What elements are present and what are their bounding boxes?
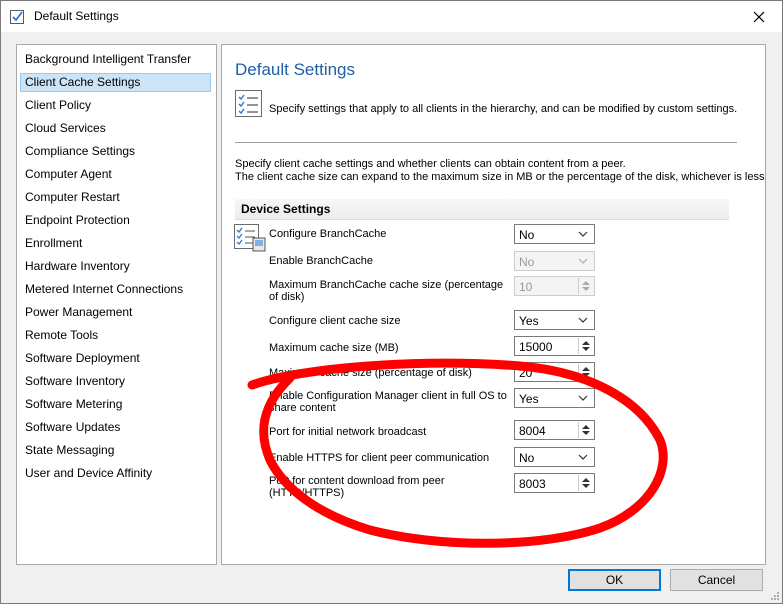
spin-up-icon (582, 281, 590, 285)
chevron-down-icon (578, 231, 588, 237)
setting-label-max-cache-size-percent: Maximum cache size (percentage of disk) (269, 367, 472, 379)
nav-item-background-intelligent-transfer[interactable]: Background Intelligent Transfer (20, 50, 211, 69)
spin-up-icon (582, 367, 590, 371)
nav-item-enrollment[interactable]: Enrollment (20, 234, 211, 253)
enable-branchcache-dropdown: No (514, 251, 595, 271)
nav-item-computer-agent[interactable]: Computer Agent (20, 165, 211, 184)
setting-label-configure-client-cache-size: Configure client cache size (269, 315, 401, 327)
nav-item-computer-restart[interactable]: Computer Restart (20, 188, 211, 207)
settings-category-list: Background Intelligent Transfer Client C… (16, 44, 217, 565)
nav-item-client-cache-settings[interactable]: Client Cache Settings (20, 73, 211, 92)
spinner-arrows (578, 278, 593, 294)
device-settings-header: Device Settings (235, 199, 729, 220)
device-settings-icon (234, 224, 266, 252)
spinner-value: 20 (519, 366, 533, 380)
spin-down-icon (582, 373, 590, 377)
ok-button[interactable]: OK (568, 569, 661, 591)
chevron-down-icon (578, 317, 588, 323)
section-title: Device Settings (241, 202, 331, 216)
spinner-value: 8004 (519, 424, 546, 438)
spin-down-icon (582, 287, 590, 291)
setting-label-configure-branchcache: Configure BranchCache (269, 228, 387, 240)
spinner-value: 8003 (519, 477, 546, 491)
enable-https-peer-dropdown[interactable]: No (514, 447, 595, 467)
chevron-down-icon (578, 454, 588, 460)
divider (235, 142, 737, 143)
window-title: Default Settings (34, 9, 119, 23)
nav-item-remote-tools[interactable]: Remote Tools (20, 326, 211, 345)
spinner-arrows[interactable] (578, 475, 593, 491)
configure-client-cache-size-dropdown[interactable]: Yes (514, 310, 595, 330)
spin-down-icon (582, 431, 590, 435)
enable-peer-content-sharing-dropdown[interactable]: Yes (514, 388, 595, 408)
header-description: Specify settings that apply to all clien… (269, 103, 738, 115)
nav-item-endpoint-protection[interactable]: Endpoint Protection (20, 211, 211, 230)
page-title: Default Settings (235, 60, 356, 79)
spinner-value: 15000 (519, 340, 553, 354)
max-branchcache-size-spinner: 10 (514, 276, 595, 296)
dropdown-value: No (519, 255, 535, 269)
nav-item-state-messaging[interactable]: State Messaging (20, 441, 211, 460)
setting-label-enable-https-peer: Enable HTTPS for client peer communicati… (269, 452, 490, 464)
nav-item-metered-internet-connections[interactable]: Metered Internet Connections (20, 280, 211, 299)
nav-item-software-updates[interactable]: Software Updates (20, 418, 211, 437)
dropdown-value: No (519, 228, 535, 242)
spinner-value: 10 (519, 280, 533, 294)
broadcast-port-spinner[interactable]: 8004 (514, 420, 595, 440)
default-settings-dialog: Default Settings Background Intelligent … (0, 0, 783, 604)
spin-up-icon (582, 478, 590, 482)
dropdown-value: No (519, 451, 535, 465)
max-cache-size-percent-spinner[interactable]: 20 (514, 362, 595, 382)
setting-label-enable-peer-content-sharing: Enable Configuration Manager client in f… (269, 390, 507, 414)
setting-label-broadcast-port: Port for initial network broadcast (269, 426, 427, 438)
checklist-icon (235, 90, 262, 117)
spin-up-icon (582, 341, 590, 345)
setting-label-max-cache-size-mb: Maximum cache size (MB) (269, 342, 399, 354)
dropdown-value: Yes (519, 314, 539, 328)
setting-label-enable-branchcache: Enable BranchCache (269, 255, 373, 267)
nav-item-software-metering[interactable]: Software Metering (20, 395, 211, 414)
settings-checklist-icon (10, 10, 24, 24)
spinner-arrows[interactable] (578, 338, 593, 354)
chevron-down-icon (578, 395, 588, 401)
nav-item-software-deployment[interactable]: Software Deployment (20, 349, 211, 368)
settings-content-pane: Default Settings Specify settings that a… (221, 44, 766, 565)
cache-description-line-2: The client cache size can expand to the … (235, 171, 766, 183)
title-bar: Default Settings (1, 1, 782, 32)
peer-download-port-spinner[interactable]: 8003 (514, 473, 595, 493)
setting-label-max-branchcache-size: Maximum BranchCache cache size (percenta… (269, 279, 504, 303)
nav-item-software-inventory[interactable]: Software Inventory (20, 372, 211, 391)
spin-up-icon (582, 425, 590, 429)
dropdown-value: Yes (519, 392, 539, 406)
setting-label-peer-download-port: Port for content download from peer (HTT… (269, 475, 445, 499)
nav-item-cloud-services[interactable]: Cloud Services (20, 119, 211, 138)
nav-item-user-and-device-affinity[interactable]: User and Device Affinity (20, 464, 211, 483)
configure-branchcache-dropdown[interactable]: No (514, 224, 595, 244)
close-icon (753, 11, 765, 22)
nav-item-power-management[interactable]: Power Management (20, 303, 211, 322)
cancel-button[interactable]: Cancel (670, 569, 763, 591)
resize-grip-icon[interactable] (770, 591, 780, 601)
max-cache-size-mb-spinner[interactable]: 15000 (514, 336, 595, 356)
close-button[interactable] (736, 1, 782, 32)
spinner-arrows[interactable] (578, 364, 593, 380)
spin-down-icon (582, 347, 590, 351)
chevron-down-icon (578, 258, 588, 264)
nav-item-compliance-settings[interactable]: Compliance Settings (20, 142, 211, 161)
nav-item-hardware-inventory[interactable]: Hardware Inventory (20, 257, 211, 276)
spinner-arrows[interactable] (578, 422, 593, 438)
cache-description-line-1: Specify client cache settings and whethe… (235, 158, 626, 170)
spin-down-icon (582, 484, 590, 488)
nav-item-client-policy[interactable]: Client Policy (20, 96, 211, 115)
